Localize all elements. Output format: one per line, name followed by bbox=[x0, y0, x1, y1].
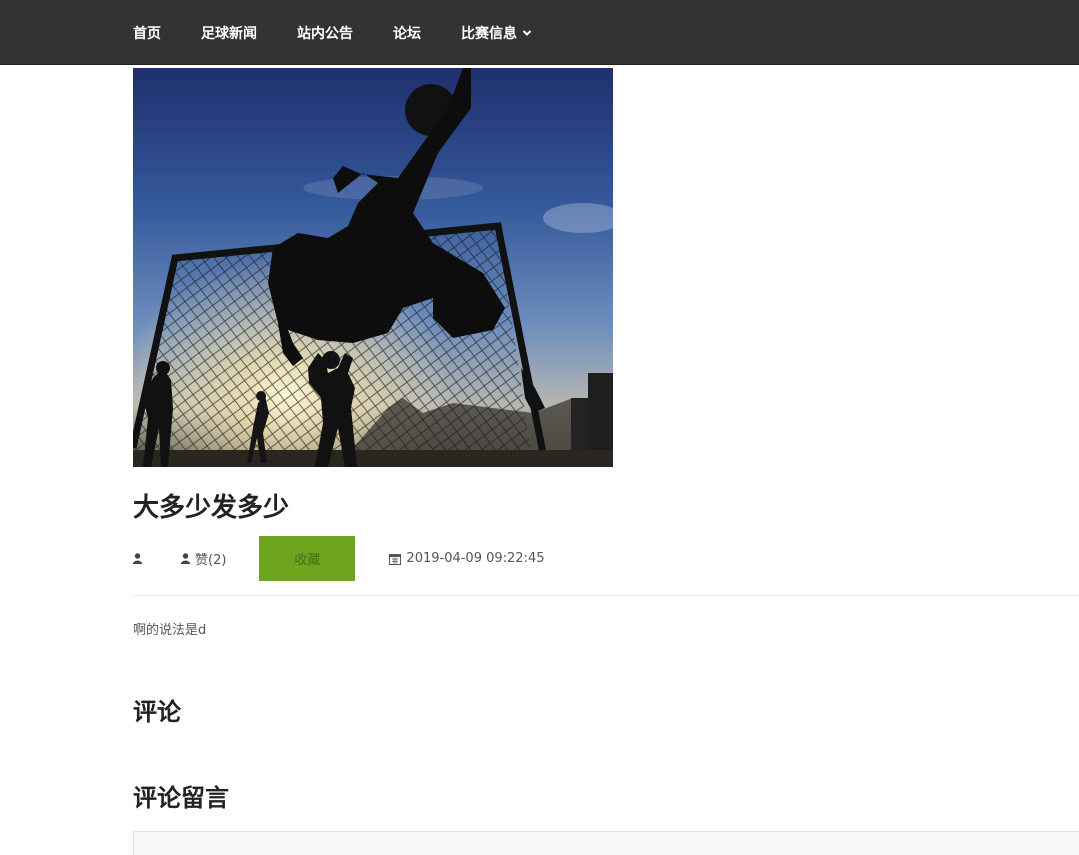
favorite-button[interactable]: 收藏 bbox=[259, 536, 356, 581]
article-hero-image bbox=[133, 68, 613, 467]
nav-football-news[interactable]: 足球新闻 bbox=[201, 23, 257, 43]
nav-home[interactable]: 首页 bbox=[133, 23, 161, 43]
nav-match-info-dropdown[interactable]: 比赛信息 bbox=[461, 23, 532, 43]
article-body: 啊的说法是d bbox=[133, 623, 207, 638]
comments-heading: 评论 bbox=[133, 698, 181, 726]
like-count[interactable]: 赞(2) bbox=[181, 549, 226, 568]
comment-input[interactable] bbox=[133, 831, 1079, 855]
top-navbar: 首页 足球新闻 站内公告 论坛 比赛信息 bbox=[0, 0, 1079, 65]
calendar-icon bbox=[389, 553, 402, 565]
user-icon bbox=[133, 553, 142, 564]
nav-menu: 首页 足球新闻 站内公告 论坛 比赛信息 bbox=[133, 0, 572, 65]
article-meta: 赞(2) 收藏 2019-04-09 09:22:45 bbox=[133, 536, 545, 581]
nav-announcements[interactable]: 站内公告 bbox=[297, 23, 353, 43]
football-bicycle-kick-photo bbox=[133, 68, 613, 467]
divider bbox=[133, 595, 1079, 596]
publish-date: 2019-04-09 09:22:45 bbox=[389, 551, 545, 566]
leave-comment-heading: 评论留言 bbox=[133, 784, 229, 812]
article-title: 大多少发多少 bbox=[133, 493, 290, 523]
nav-forum[interactable]: 论坛 bbox=[393, 23, 421, 43]
user-icon bbox=[181, 553, 190, 564]
chevron-down-icon bbox=[522, 29, 532, 36]
